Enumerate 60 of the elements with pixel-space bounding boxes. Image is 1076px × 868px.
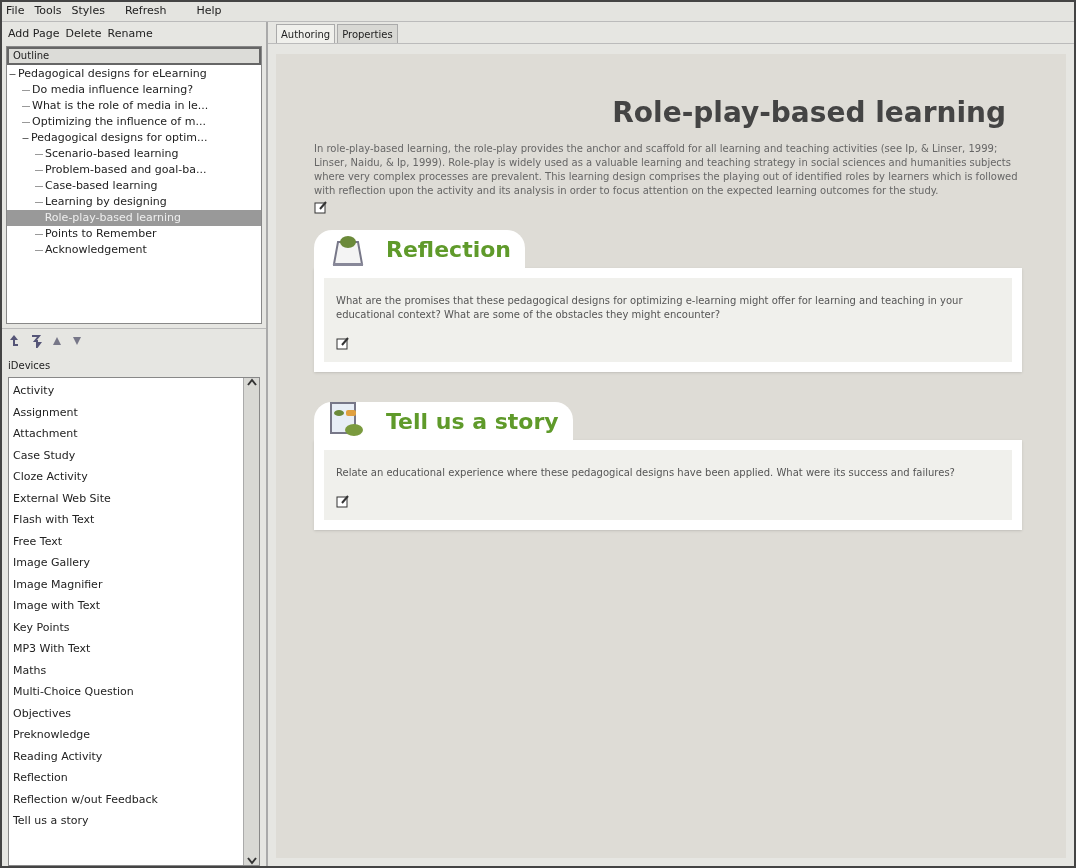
list-item[interactable]: External Web Site (13, 487, 243, 509)
edit-icon[interactable] (336, 336, 350, 350)
list-item[interactable]: Flash with Text (13, 509, 243, 531)
list-item[interactable]: Tell us a story (13, 810, 243, 832)
tree-item[interactable]: Acknowledgement (44, 241, 148, 259)
toolbar-button[interactable]: Delete (65, 25, 102, 43)
move-up-icon[interactable] (52, 335, 62, 346)
toolbar-button[interactable]: Rename (107, 25, 153, 43)
menu-item[interactable]: Help (196, 3, 222, 20)
tab[interactable]: Authoring (276, 24, 336, 43)
list-item[interactable]: Reflection (13, 767, 243, 789)
list-item[interactable]: MP3 With Text (13, 638, 243, 660)
tab[interactable]: Properties (337, 24, 398, 43)
edit-icon[interactable] (336, 494, 350, 508)
list-item[interactable]: Multi-Choice Question (13, 681, 243, 703)
block-title: Reflection (386, 236, 511, 264)
question-text: What are the promises that these pedagogical designs for optimizing e-learning might offer for learning and teaching in your educational context? What are some of the obstacles they might encounter? (336, 294, 964, 322)
list-item[interactable]: Cloze Activity (13, 466, 243, 488)
tree-item[interactable]: Optimizing the influence of m... (31, 113, 207, 131)
tree-item[interactable]: Do media influence learning? (31, 81, 195, 99)
list-item[interactable]: Image Gallery (13, 552, 243, 574)
list-item[interactable]: Attachment (13, 423, 243, 445)
list-item[interactable]: Preknowledge (13, 724, 243, 746)
outline-header: Outline (7, 47, 261, 65)
tree-item[interactable]: Problem-based and goal-ba... (44, 161, 208, 179)
toolbar-button[interactable]: Add Page (8, 25, 60, 43)
demote-icon[interactable] (30, 333, 42, 348)
idevices-label: iDevices (7, 359, 52, 373)
tree-item[interactable]: What is the role of media in le... (31, 97, 210, 115)
list-item[interactable]: Reflection w/out Feedback (13, 788, 243, 810)
block-title: Tell us a story (386, 408, 559, 436)
list-item[interactable]: Assignment (13, 401, 243, 423)
list-item[interactable]: Image Magnifier (13, 573, 243, 595)
tree-item[interactable]: Pedagogical designs for optim... (30, 129, 209, 147)
list-item[interactable]: Activity (13, 380, 243, 402)
intro-paragraph: In role-play-based learning, the role-play provides the anchor and scaffold for all learning and teaching activities (see Ip, & Linser, 1999; Linser, Naidu, & Ip, 1999). Role-play is widely used as a valuable learning and teaching strategy in social sciences and humanities subjects where very complex processes are prevalent. This learning design comprises the playing out of identified roles by learners which is followed with reflection upon the activity and its analysis in order to focus attention on the expected learning outcomes for the study. (314, 142, 1019, 198)
promote-icon[interactable] (8, 333, 20, 348)
menu-item[interactable]: Tools (34, 3, 62, 20)
list-item[interactable]: Free Text (13, 530, 243, 552)
tree-item[interactable]: Learning by designing (44, 193, 168, 211)
scroll-up-icon[interactable] (246, 378, 257, 386)
tree-item[interactable]: Case-based learning (44, 177, 159, 195)
menu-item[interactable]: Refresh (124, 3, 167, 20)
list-item[interactable]: Reading Activity (13, 745, 243, 767)
menu-item[interactable]: Styles (71, 3, 105, 20)
scrollbar[interactable] (243, 378, 259, 865)
tree-item[interactable]: Points to Remember (44, 225, 158, 243)
list-item[interactable]: Case Study (13, 444, 243, 466)
tree-item[interactable]: Pedagogical designs for eLearning (17, 65, 208, 83)
move-down-icon[interactable] (72, 335, 82, 346)
list-item[interactable]: Objectives (13, 702, 243, 724)
menu-item[interactable]: File (6, 3, 25, 20)
scroll-down-icon[interactable] (246, 857, 257, 865)
edit-icon[interactable] (314, 200, 328, 214)
tree-item[interactable]: Scenario-based learning (44, 145, 180, 163)
question-text: Relate an educational experience where these pedagogical designs have been applied. What were its success and failures? (336, 466, 956, 480)
page-title: Role-play-based learning (611, 95, 1007, 131)
list-item[interactable]: Key Points (13, 616, 243, 638)
list-item[interactable]: Image with Text (13, 595, 243, 617)
list-item[interactable]: Maths (13, 659, 243, 681)
